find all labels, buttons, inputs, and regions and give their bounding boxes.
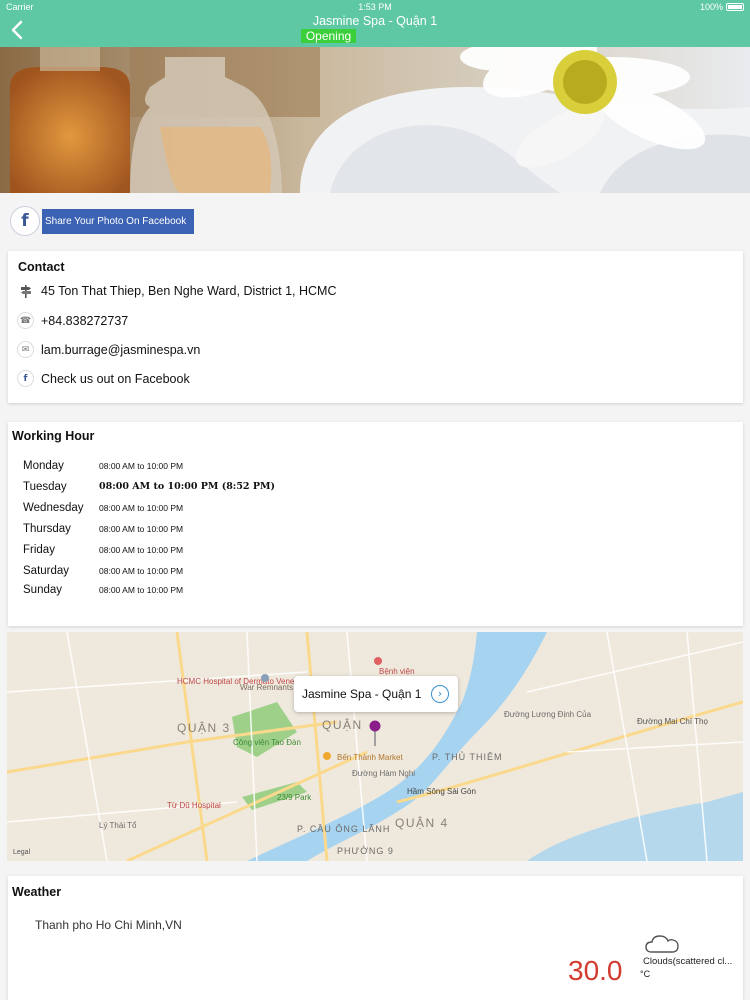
- time-range: 08:00 AM to 10:00 PM: [99, 503, 184, 513]
- nav-bar: Jasmine Spa - Quận 1 Opening: [0, 14, 750, 47]
- map-label: PHƯỜNG 9: [337, 846, 394, 856]
- working-hours-title: Working Hour: [12, 429, 95, 443]
- time-range: 08:00 AM to 10:00 PM (8:52 PM): [99, 481, 275, 492]
- email-row[interactable]: ✉ lam.burrage@jasminespa.vn: [17, 341, 200, 358]
- map-label: QUẬN 3: [177, 720, 231, 735]
- day-label: Tuesday: [23, 481, 67, 493]
- time-range: 08:00 AM to 10:00 PM: [99, 461, 184, 471]
- temperature-value: 30.0: [568, 955, 623, 986]
- address-row[interactable]: 45 Ton That Thiep, Ben Nghe Ward, Distri…: [17, 282, 337, 299]
- day-label: Monday: [23, 460, 64, 472]
- phone-icon: ☎: [17, 312, 34, 329]
- hero-image: [0, 47, 750, 193]
- contact-card: Contact 45 Ton That Thiep, Ben Nghe Ward…: [8, 251, 743, 403]
- map-label: Lý Thái Tổ: [99, 821, 137, 830]
- facebook-icon: f: [17, 370, 34, 387]
- phone-row[interactable]: ☎ +84.838272737: [17, 312, 128, 329]
- signpost-icon: [17, 282, 34, 299]
- day-label: Sunday: [23, 584, 63, 596]
- chevron-right-icon[interactable]: ›: [431, 685, 449, 703]
- map-label: Hầm Sông Sài Gòn: [407, 787, 476, 796]
- battery-percent: 100%: [699, 2, 723, 12]
- map-callout-label: Jasmine Spa - Quận 1: [302, 687, 422, 701]
- cloud-icon: [645, 935, 679, 953]
- map-label: 23/9 Park: [277, 793, 312, 802]
- map-label: Đường Hàm Nghi: [352, 769, 415, 778]
- weather-condition: Clouds(scattered cl...: [643, 956, 733, 967]
- map-label: Đường Mai Chí Thọ: [637, 717, 708, 726]
- page-title: Jasmine Spa - Quận 1: [312, 14, 438, 28]
- map-label: QUẬN: [322, 717, 363, 732]
- email-icon: ✉: [17, 341, 34, 358]
- map-callout[interactable]: Jasmine Spa - Quận 1 ›: [294, 676, 458, 712]
- email-text: lam.burrage@jasminespa.vn: [41, 342, 201, 357]
- weather-title: Weather: [12, 885, 62, 899]
- time-range: 08:00 AM to 10:00 PM: [99, 566, 184, 576]
- time-range: 08:00 AM to 10:00 PM: [99, 524, 184, 534]
- weather-card: Weather Thanh pho Ho Chi Minh,VN Clouds(…: [8, 876, 743, 1000]
- map-label: Công viên Tao Đàn: [233, 738, 301, 747]
- time-range: 08:00 AM to 10:00 PM: [99, 585, 184, 595]
- address-text: 45 Ton That Thiep, Ben Nghe Ward, Distri…: [41, 283, 337, 298]
- working-hours-card: Working Hour Monday 08:00 AM to 10:00 PM…: [8, 422, 743, 626]
- facebook-row[interactable]: f Check us out on Facebook: [17, 370, 190, 387]
- map-label: Từ Dũ Hospital: [167, 801, 221, 810]
- battery-indicator: 100%: [700, 2, 744, 12]
- time-range: 08:00 AM to 10:00 PM: [99, 545, 184, 555]
- map-label: P. CẦU ÔNG LÃNH: [297, 824, 390, 834]
- clock: 1:53 PM: [358, 2, 392, 12]
- contact-title: Contact: [18, 260, 65, 274]
- battery-icon: [726, 3, 744, 11]
- phone-text: +84.838272737: [41, 313, 129, 328]
- map-label: QUẬN 4: [395, 815, 449, 830]
- map-label: P. THỦ THIÊM: [432, 751, 503, 762]
- status-badge: Opening: [301, 29, 356, 43]
- weather-city: Thanh pho Ho Chi Minh,VN: [35, 918, 182, 932]
- map-legal-link[interactable]: Legal: [13, 849, 31, 856]
- day-label: Wednesday: [23, 502, 84, 514]
- day-label: Friday: [23, 544, 55, 556]
- map-label: Bến Thành Market: [337, 753, 403, 762]
- facebook-link-text: Check us out on Facebook: [41, 371, 190, 386]
- map-label: Bệnh viện: [379, 667, 415, 676]
- day-label: Saturday: [23, 565, 70, 577]
- map-label: Đường Lương Định Của: [504, 710, 592, 719]
- temperature-unit: °C: [640, 969, 651, 979]
- location-map[interactable]: QUẬN 3 QUẬN QUẬN 4 P. THỦ THIÊM Công viê…: [7, 632, 743, 861]
- facebook-icon: f: [10, 206, 40, 236]
- share-facebook-label: Share Your Photo On Facebook: [42, 209, 194, 234]
- status-bar: Carrier 1:53 PM 100%: [0, 0, 750, 14]
- day-label: Thursday: [23, 523, 71, 535]
